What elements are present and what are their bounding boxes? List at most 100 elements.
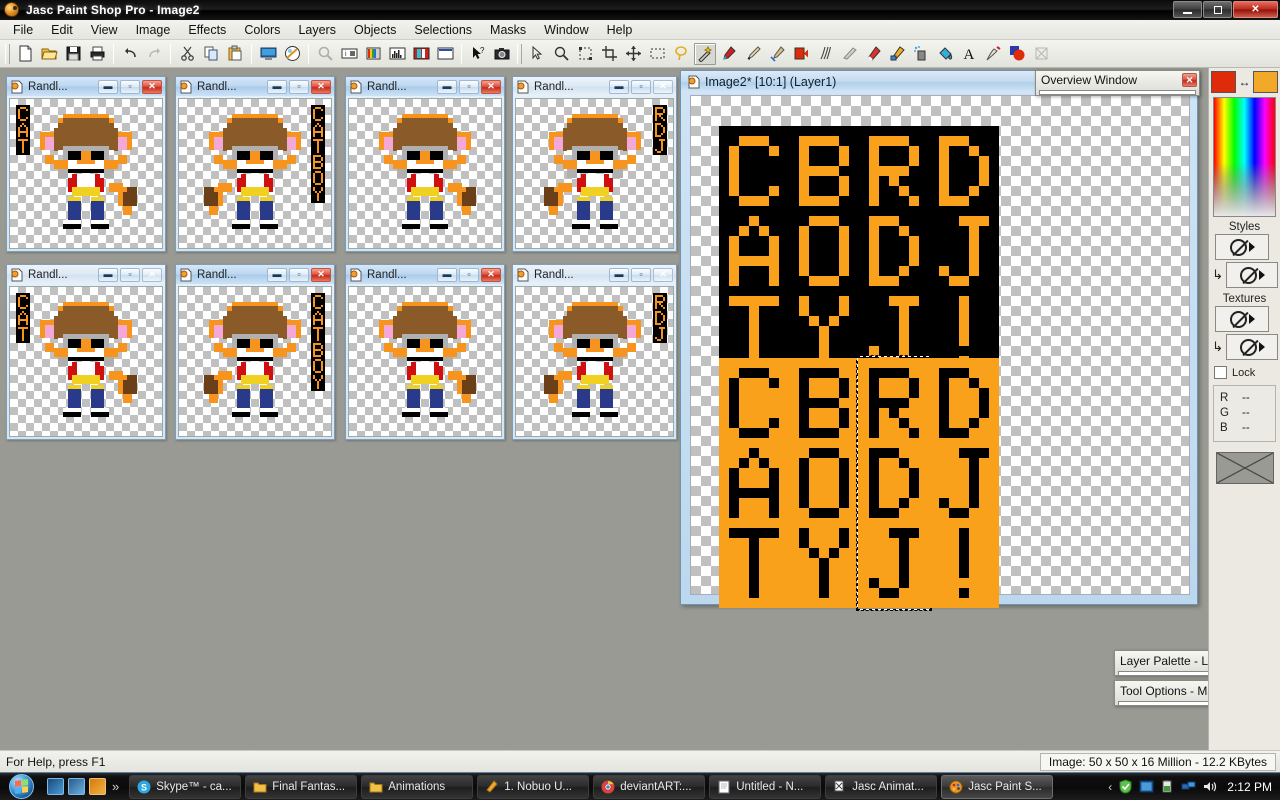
- foreground-style-button[interactable]: [1215, 234, 1269, 260]
- scratch-remover-icon[interactable]: [838, 43, 860, 65]
- picture-tube-icon[interactable]: [886, 43, 908, 65]
- taskbar-button[interactable]: S Skype™ - ca...: [129, 774, 242, 799]
- thumbnail-minimize-button[interactable]: ▬: [437, 79, 457, 94]
- taskbar-button[interactable]: deviantART:...: [593, 774, 706, 799]
- histogram-icon[interactable]: [386, 43, 408, 65]
- media-player-icon[interactable]: [89, 778, 106, 795]
- thumbnail-window[interactable]: Randl... ▬ ▫ ✕: [175, 264, 335, 440]
- taskbar-button[interactable]: Jasc Animat...: [825, 774, 938, 799]
- text-icon[interactable]: A: [958, 43, 980, 65]
- dropper-icon[interactable]: [718, 43, 740, 65]
- menu-view[interactable]: View: [82, 21, 127, 39]
- save-icon[interactable]: [62, 43, 84, 65]
- thumbnail-close-button[interactable]: ✕: [311, 79, 331, 94]
- image-info-icon[interactable]: i: [338, 43, 360, 65]
- flood-fill-icon[interactable]: [934, 43, 956, 65]
- overview-close-icon[interactable]: ✕: [1182, 73, 1197, 87]
- pixel-text-banner[interactable]: [16, 293, 30, 343]
- preset-shapes-icon[interactable]: [1006, 43, 1028, 65]
- pixel-text-banner[interactable]: [719, 126, 789, 376]
- selection-icon[interactable]: [646, 43, 668, 65]
- menu-window[interactable]: Window: [535, 21, 597, 39]
- pixel-text-banner[interactable]: [653, 293, 667, 343]
- thumbnail-close-button[interactable]: ✕: [142, 79, 162, 94]
- menu-edit[interactable]: Edit: [42, 21, 82, 39]
- start-button[interactable]: [1, 774, 41, 800]
- foreground-texture-button[interactable]: [1215, 306, 1269, 332]
- thumbnail-window[interactable]: Randl... ▬ ▫ ✕: [512, 76, 677, 252]
- swap-colors-icon[interactable]: ↔: [1238, 75, 1251, 89]
- menu-selections[interactable]: Selections: [405, 21, 481, 39]
- redo-icon[interactable]: [143, 43, 165, 65]
- taskbar-button[interactable]: Animations: [361, 774, 474, 799]
- thumbnail-window[interactable]: Randl... ▬ ▫ ✕: [175, 76, 335, 252]
- zoom-magnifier-icon[interactable]: [550, 43, 572, 65]
- thumbnail-close-button[interactable]: ✕: [653, 79, 673, 94]
- thumbnail-minimize-button[interactable]: ▬: [437, 267, 457, 282]
- thumbnail-canvas[interactable]: [348, 98, 502, 249]
- maximize-button[interactable]: [1203, 1, 1232, 18]
- taskbar-button[interactable]: Jasc Paint S...: [941, 774, 1054, 799]
- taskbar-button[interactable]: Final Fantas...: [245, 774, 358, 799]
- retouch-icon[interactable]: [814, 43, 836, 65]
- taskbar-button[interactable]: 1. Nobuo U...: [477, 774, 590, 799]
- thumbnail-maximize-button[interactable]: ▫: [459, 79, 479, 94]
- menu-help[interactable]: Help: [598, 21, 642, 39]
- thumbnail-close-button[interactable]: ✕: [653, 267, 673, 282]
- pixel-text-banner[interactable]: [311, 293, 325, 391]
- copy-icon[interactable]: [200, 43, 222, 65]
- switch-windows-icon[interactable]: [68, 778, 85, 795]
- new-icon[interactable]: [14, 43, 36, 65]
- taskbar-clock[interactable]: 2:12 PM: [1227, 780, 1272, 794]
- paint-brush-icon[interactable]: [742, 43, 764, 65]
- thumbnail-window[interactable]: Randl... ▬ ▫ ✕: [345, 76, 505, 252]
- thumbnail-minimize-button[interactable]: ▬: [609, 79, 629, 94]
- airbrush-icon[interactable]: [910, 43, 932, 65]
- draw-icon[interactable]: [982, 43, 1004, 65]
- pixel-text-banner[interactable]: [789, 126, 859, 376]
- layer-palette-icon[interactable]: [362, 43, 384, 65]
- clone-brush-icon[interactable]: [766, 43, 788, 65]
- thumbnail-canvas[interactable]: [515, 286, 674, 437]
- thumbnail-close-button[interactable]: ✕: [481, 267, 501, 282]
- pixel-text-banner[interactable]: [859, 358, 929, 608]
- freehand-lasso-icon[interactable]: [670, 43, 692, 65]
- menu-objects[interactable]: Objects: [345, 21, 405, 39]
- thumbnail-close-button[interactable]: ✕: [142, 267, 162, 282]
- tools-grip[interactable]: [517, 43, 522, 64]
- image-window[interactable]: Image2* [10:1] (Layer1): [680, 70, 1198, 611]
- color-replacer-icon[interactable]: [281, 43, 303, 65]
- crop-icon[interactable]: [598, 43, 620, 65]
- zoom-tool-icon[interactable]: [314, 43, 336, 65]
- shield-icon[interactable]: [1118, 779, 1133, 794]
- thumbnail-minimize-button[interactable]: ▬: [267, 79, 287, 94]
- close-button[interactable]: ✕: [1233, 1, 1278, 18]
- volume-icon[interactable]: [1202, 779, 1217, 794]
- tool-options-icon[interactable]: [410, 43, 432, 65]
- toolbar-grip[interactable]: [5, 43, 10, 64]
- background-color-swatch[interactable]: [1252, 71, 1278, 93]
- foreground-color-swatch[interactable]: [1211, 71, 1237, 93]
- menu-masks[interactable]: Masks: [481, 21, 535, 39]
- thumbnail-maximize-button[interactable]: ▫: [120, 267, 140, 282]
- cut-icon[interactable]: [176, 43, 198, 65]
- tray-expand-icon[interactable]: ‹: [1108, 780, 1112, 794]
- thumbnail-canvas[interactable]: [515, 98, 674, 249]
- overview-window[interactable]: Overview Window ✕: [1035, 70, 1200, 96]
- help-pointer-icon[interactable]: ?: [467, 43, 489, 65]
- thumbnail-window[interactable]: Randl... ▬ ▫ ✕: [512, 264, 677, 440]
- minimize-button[interactable]: [1173, 1, 1202, 18]
- overview-window-icon[interactable]: [434, 43, 456, 65]
- camera-icon[interactable]: [491, 43, 513, 65]
- mover-icon[interactable]: [622, 43, 644, 65]
- open-icon[interactable]: [38, 43, 60, 65]
- thumbnail-minimize-button[interactable]: ▬: [609, 267, 629, 282]
- thumbnail-window[interactable]: Randl... ▬ ▫ ✕: [6, 76, 166, 252]
- pixel-text-banner[interactable]: [16, 105, 30, 155]
- thumbnail-maximize-button[interactable]: ▫: [289, 267, 309, 282]
- menu-file[interactable]: File: [4, 21, 42, 39]
- paste-icon[interactable]: [224, 43, 246, 65]
- thumbnail-minimize-button[interactable]: ▬: [98, 79, 118, 94]
- pixel-text-banner[interactable]: [859, 126, 929, 376]
- thumbnail-canvas[interactable]: [9, 98, 163, 249]
